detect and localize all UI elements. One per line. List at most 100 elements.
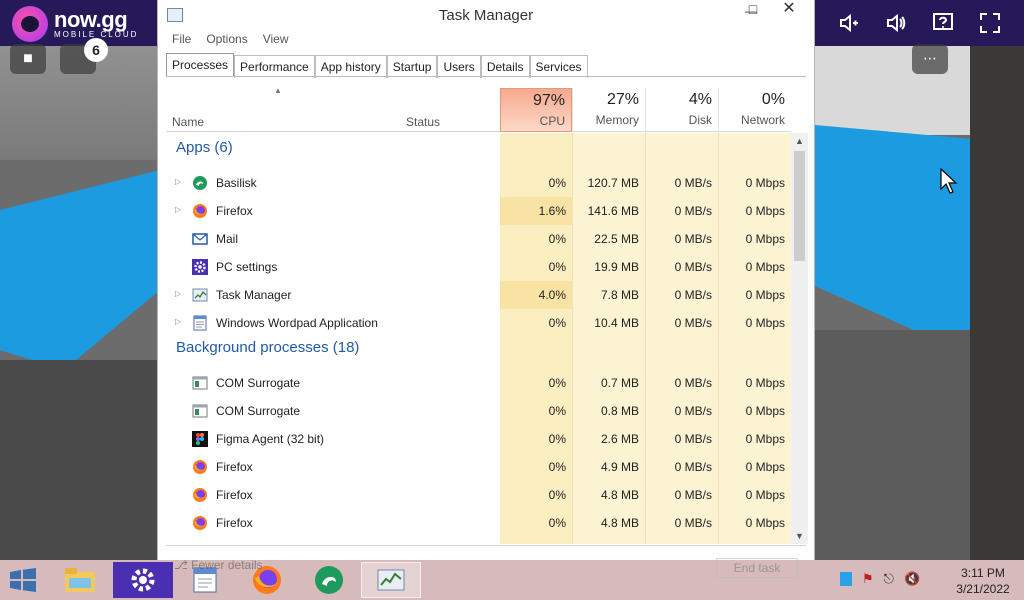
firefox-icon [192, 459, 208, 475]
tab-users[interactable]: Users [437, 55, 481, 78]
roblox-menu-icon[interactable]: ■ [10, 44, 46, 74]
process-cpu: 1.6% [538, 204, 566, 218]
header-memory-label: Memory [595, 113, 639, 127]
process-row[interactable]: PC settings 0% 19.9 MB 0 MB/s 0 Mbps [166, 253, 791, 281]
column-header: ▲ Name Status 97% CPU 27% Memory 4% Disk… [166, 86, 791, 132]
speaker-muted-icon[interactable]: 🔇 [904, 571, 920, 587]
scroll-up-icon[interactable]: ▲ [791, 133, 808, 149]
process-memory: 120.7 MB [587, 176, 639, 190]
network-icon[interactable]: ⎋ [884, 571, 894, 587]
close-icon[interactable]: ✕ [774, 0, 804, 20]
process-network: 0 Mbps [745, 232, 785, 246]
nowgg-logo: now.gg MOBILE CLOUD [12, 6, 157, 42]
process-row[interactable]: COM Surrogate 0% 0.7 MB 0 MB/s 0 Mbps [166, 369, 791, 397]
process-memory: 19.9 MB [594, 260, 639, 274]
process-name: Figma Agent (32 bit) [216, 432, 325, 446]
window-title: Task Manager [438, 7, 534, 24]
process-row[interactable]: Figma Agent (32 bit) 0% 2.6 MB 0 MB/s 0 Mbps [166, 425, 791, 453]
expand-arrow-icon[interactable]: ▷ [175, 289, 181, 298]
scroll-down-icon[interactable]: ▼ [791, 528, 808, 544]
volume-down-icon[interactable] [834, 8, 864, 38]
pc-settings-icon [131, 568, 155, 592]
menu-file[interactable]: File [172, 32, 191, 50]
process-name: Mail [216, 232, 239, 246]
menu-view[interactable]: View [263, 32, 289, 50]
header-disk[interactable]: 4% Disk [645, 88, 718, 132]
volume-icon[interactable] [881, 8, 911, 38]
process-network: 0 Mbps [745, 316, 785, 330]
process-row[interactable]: Firefox 0% 4.8 MB 0 MB/s 0 Mbps [166, 481, 791, 509]
process-row[interactable]: ▷ Windows Wordpad Application 0% 10.4 MB 0 M… [166, 309, 791, 337]
process-network: 0 Mbps [745, 432, 785, 446]
group-header[interactable]: Background processes (18) [176, 339, 359, 356]
process-row[interactable]: COM Surrogate 0% 0.8 MB 0 MB/s 0 Mbps [166, 397, 791, 425]
action-center-icon[interactable]: ⚑ [862, 571, 874, 587]
fewer-details-link[interactable]: ⎇ Fewer details [174, 558, 263, 572]
header-cpu-label: CPU [539, 114, 565, 128]
more-options-icon[interactable]: ⋯ [912, 44, 948, 74]
process-name: COM Surrogate [216, 404, 301, 418]
expand-arrow-icon[interactable]: ▷ [175, 177, 181, 186]
mouse-cursor-icon [940, 167, 958, 199]
process-cpu: 0% [548, 404, 566, 418]
process-disk: 0 MB/s [674, 404, 712, 418]
basilisk-icon [315, 566, 343, 594]
expand-arrow-icon[interactable]: ▷ [175, 205, 181, 214]
nowgg-logo-icon [12, 6, 48, 42]
taskbar-basilisk[interactable] [299, 562, 359, 598]
process-row[interactable]: Firefox 0% 4.9 MB 0 MB/s 0 Mbps [166, 453, 791, 481]
maximize-icon[interactable]: □ [738, 0, 768, 20]
menu-bar: File Options View [158, 32, 814, 50]
process-name: Firefox [216, 516, 253, 530]
tab-performance[interactable]: Performance [234, 55, 315, 78]
menu-options[interactable]: Options [206, 32, 247, 50]
header-network[interactable]: 0% Network [718, 88, 791, 132]
title-bar: Task Manager — □ ✕ [158, 0, 814, 32]
tab-startup[interactable]: Startup [386, 55, 438, 78]
start-icon[interactable] [8, 568, 38, 592]
scroll-thumb[interactable] [794, 151, 805, 261]
task-manager-icon [192, 287, 208, 303]
process-row[interactable]: Mail 0% 22.5 MB 0 MB/s 0 Mbps [166, 225, 791, 253]
process-network: 0 Mbps [745, 260, 785, 274]
tab-app-history[interactable]: App history [314, 55, 387, 78]
end-task-button[interactable]: End task [716, 558, 798, 578]
process-row[interactable]: ▷ Basilisk 0% 120.7 MB 0 MB/s 0 Mbps [166, 169, 791, 197]
process-disk: 0 MB/s [674, 232, 712, 246]
process-cpu: 0% [548, 260, 566, 274]
process-disk: 0 MB/s [674, 288, 712, 302]
process-row[interactable]: ▷ Task Manager 4.0% 7.8 MB 0 MB/s 0 Mbps [166, 281, 791, 309]
expand-arrow-icon[interactable]: ▷ [175, 317, 181, 326]
tab-processes[interactable]: Processes [166, 53, 235, 77]
process-memory: 4.8 MB [600, 488, 639, 502]
fullscreen-icon[interactable] [975, 8, 1005, 38]
header-memory[interactable]: 27% Memory [572, 88, 645, 132]
process-name: Firefox [216, 204, 253, 218]
process-row[interactable]: ▷ Firefox 1.6% 141.6 MB 0 MB/s 0 Mbps [166, 197, 791, 225]
figma-icon [192, 431, 208, 447]
file-explorer-icon [65, 568, 95, 592]
help-icon[interactable] [928, 8, 958, 38]
process-network: 0 Mbps [745, 516, 785, 530]
group-header[interactable]: Apps (6) [176, 139, 233, 156]
tab-details[interactable]: Details [480, 55, 530, 78]
taskbar: ⚑ ⎋ 🔇 3:11 PM 3/21/2022 [0, 560, 1024, 600]
process-row[interactable]: Firefox 0% 4.8 MB 0 MB/s 0 Mbps [166, 509, 791, 537]
process-disk: 0 MB/s [674, 488, 712, 502]
process-cpu: 0% [548, 432, 566, 446]
com-surrogate-icon [192, 403, 208, 419]
firefox-icon [192, 515, 208, 531]
process-name: Firefox [216, 460, 253, 474]
system-tray: ⚑ ⎋ 🔇 [840, 571, 920, 587]
clock-date: 3/21/2022 [956, 582, 1010, 596]
process-name: Windows Wordpad Application [216, 316, 378, 330]
tray-app-icon[interactable] [840, 572, 852, 586]
taskbar-file-explorer[interactable] [50, 562, 110, 598]
taskbar-task-manager[interactable] [361, 562, 421, 598]
header-cpu[interactable]: 97% CPU [500, 88, 572, 132]
clock[interactable]: 3:11 PM 3/21/2022 [948, 565, 1018, 597]
vertical-scrollbar[interactable]: ▲ ▼ [791, 133, 808, 544]
taskbar-pc-settings[interactable] [113, 562, 173, 598]
process-disk: 0 MB/s [674, 316, 712, 330]
tab-services[interactable]: Services [529, 55, 588, 78]
